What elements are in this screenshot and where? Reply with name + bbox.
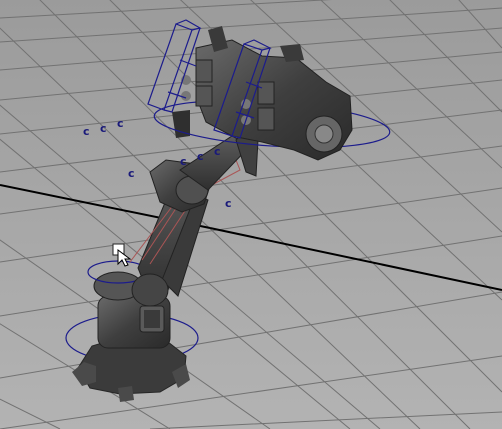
joint-locator-4[interactable]: c [180,156,187,167]
joint-locator-6[interactable]: c [214,146,221,157]
scene-canvas[interactable] [0,0,502,429]
joint-locator-1[interactable]: c [83,126,90,137]
joint-locator-5[interactable]: c [197,151,204,162]
select-cursor-icon [112,243,132,267]
robot-tool-head[interactable] [153,26,391,161]
joint-locator-7[interactable]: c [128,168,135,179]
perspective-3d-viewport[interactable]: c c c c c c c c [0,0,502,429]
origin-axes [0,184,502,291]
joint-locator-3[interactable]: c [117,118,124,129]
joint-locator-8[interactable]: c [225,198,232,209]
joint-locator-2[interactable]: c [100,123,107,134]
